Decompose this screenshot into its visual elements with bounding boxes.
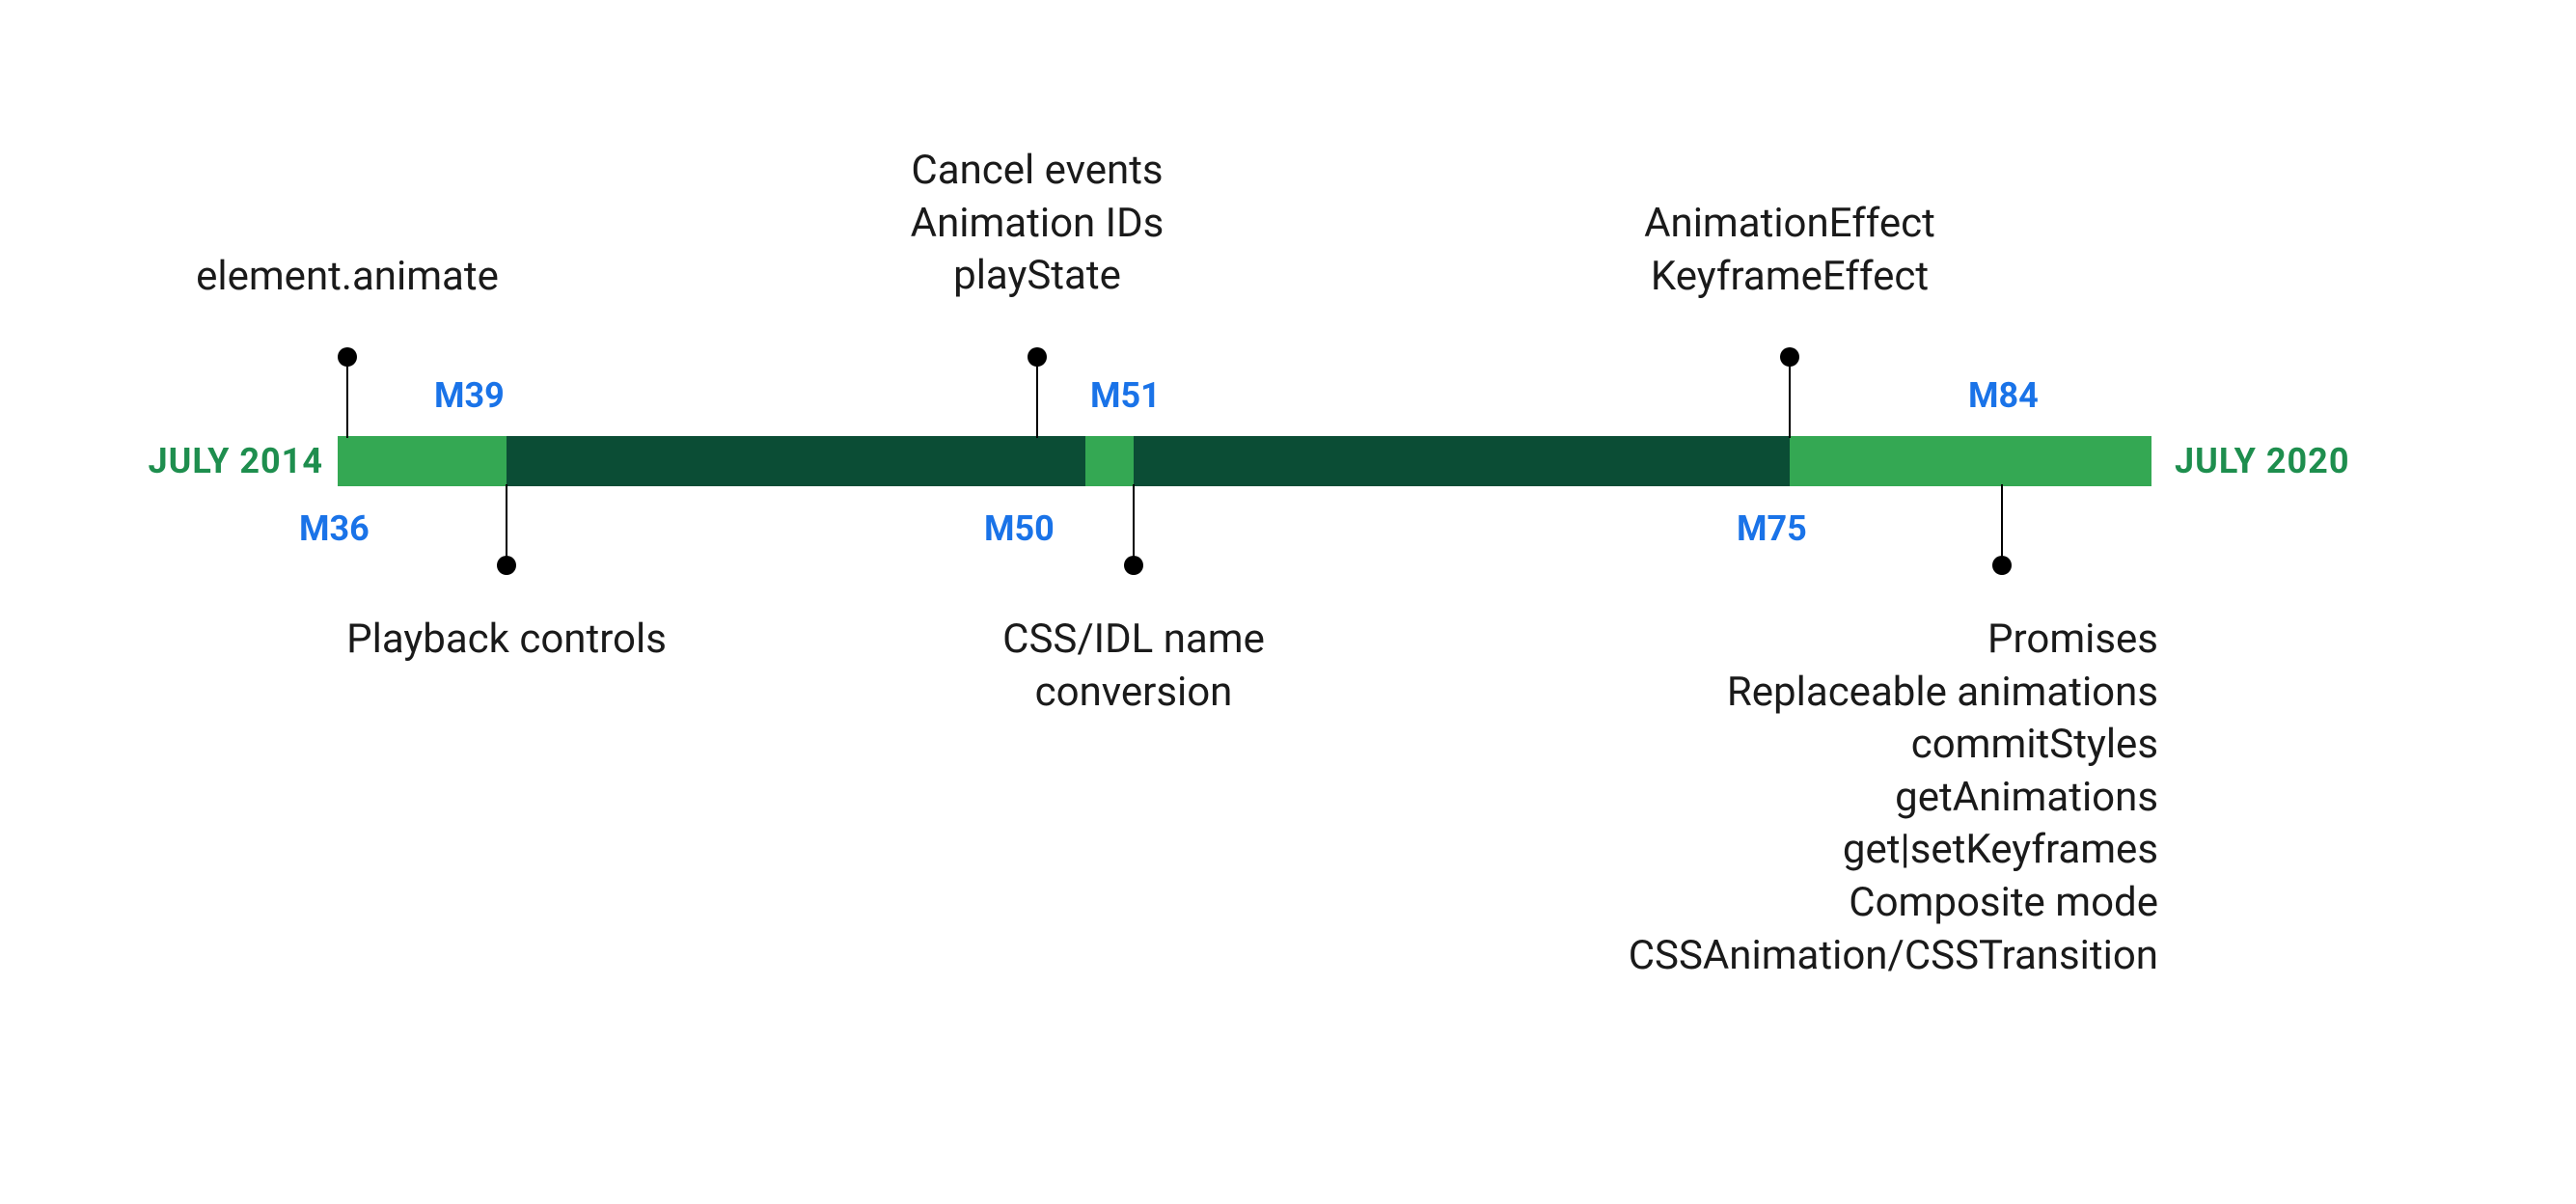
event-line: Playback controls: [346, 614, 667, 667]
end-date-label: JULY 2020: [2175, 436, 2350, 486]
event-line: Animation IDs: [911, 198, 1165, 251]
event-text-m84: Promises Replaceable animations commitSt…: [1629, 614, 2158, 982]
event-dot-m84: [1992, 556, 2012, 575]
event-text-m50: CSS/IDL name conversion: [1002, 614, 1265, 719]
event-line: Cancel events: [911, 145, 1165, 198]
bar-segment-1: [338, 436, 507, 486]
event-stem-m50: [1133, 484, 1135, 565]
event-line: Composite mode: [1629, 877, 2158, 930]
event-text-m51: Cancel events Animation IDs playState: [911, 145, 1165, 303]
milestone-label-m51: M51: [1090, 378, 1161, 413]
event-line: element.animate: [196, 251, 499, 304]
bar-segment-4: [1134, 436, 1790, 486]
bar-segment-3: [1085, 436, 1134, 486]
bar-segment-2: [507, 436, 1085, 486]
event-dot-m75: [1780, 347, 1799, 367]
event-dot-m51: [1028, 347, 1047, 367]
event-text-m36: element.animate: [196, 251, 499, 304]
bar-segment-5: [1790, 436, 2151, 486]
event-line: CSSAnimation/CSSTransition: [1629, 930, 2158, 983]
event-line: playState: [911, 250, 1165, 303]
milestone-label-m84: M84: [1968, 378, 2039, 413]
event-line: KeyframeEffect: [1644, 251, 1935, 304]
event-stem-m75: [1789, 357, 1791, 438]
timeline-diagram: JULY 2014 JULY 2020 M36 element.animate …: [0, 0, 2576, 1204]
event-text-m39: Playback controls: [346, 614, 667, 667]
event-line: conversion: [1002, 667, 1265, 720]
event-line: get|setKeyframes: [1629, 824, 2158, 877]
milestone-label-m50: M50: [984, 511, 1055, 546]
event-dot-m39: [497, 556, 516, 575]
event-stem-m36: [346, 357, 348, 438]
start-date-label: JULY 2014: [96, 436, 323, 486]
event-line: getAnimations: [1629, 772, 2158, 825]
event-line: AnimationEffect: [1644, 198, 1935, 251]
event-stem-m84: [2001, 484, 2003, 565]
event-line: commitStyles: [1629, 719, 2158, 772]
event-line: Promises: [1629, 614, 2158, 667]
event-text-m75: AnimationEffect KeyframeEffect: [1644, 198, 1935, 303]
milestone-label-m75: M75: [1737, 511, 1807, 546]
event-stem-m39: [506, 484, 507, 565]
milestone-label-m36: M36: [299, 511, 370, 546]
event-stem-m51: [1036, 357, 1038, 438]
event-dot-m36: [338, 347, 357, 367]
event-line: Replaceable animations: [1629, 667, 2158, 720]
milestone-label-m39: M39: [434, 378, 505, 413]
event-dot-m50: [1124, 556, 1143, 575]
event-line: CSS/IDL name: [1002, 614, 1265, 667]
